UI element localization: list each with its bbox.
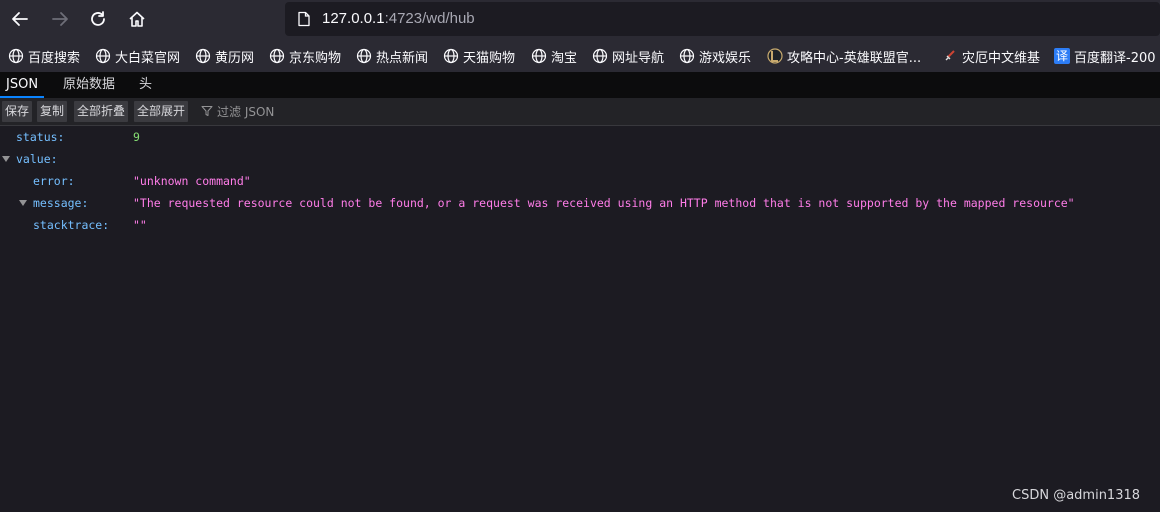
globe-icon	[443, 48, 459, 64]
json-key: status:	[16, 130, 65, 144]
bookmark-label: 百度翻译-200	[1074, 50, 1156, 66]
bookmark-label: 黄历网	[215, 50, 255, 66]
copy-button[interactable]: 复制	[37, 101, 68, 122]
globe-icon	[679, 48, 695, 64]
tab-json[interactable]: JSON	[0, 72, 45, 98]
save-button[interactable]: 保存	[2, 101, 33, 122]
tree-row-stacktrace[interactable]: stacktrace: ""	[0, 214, 1160, 236]
bookmark-label: 京东购物	[289, 50, 342, 66]
bookmark-label: 淘宝	[551, 50, 578, 66]
forward-button[interactable]	[46, 5, 74, 33]
bookmark-jd[interactable]: 京东购物	[269, 47, 342, 66]
browser-toolbar: 127.0.0.1:4723/wd/hub	[0, 0, 1160, 38]
globe-icon	[531, 48, 547, 64]
globe-icon	[269, 48, 285, 64]
bookmark-tmall[interactable]: 天猫购物	[443, 47, 516, 66]
league-logo-icon	[767, 48, 783, 64]
bookmark-label: 攻略中心-英雄联盟官...	[787, 50, 922, 66]
tab-raw-data[interactable]: 原始数据	[57, 72, 121, 98]
translate-icon: 译	[1054, 48, 1070, 64]
bookmark-label: 百度搜索	[28, 50, 81, 66]
filter-icon	[201, 106, 213, 116]
reload-button[interactable]	[84, 5, 112, 33]
bookmark-navigation[interactable]: 网址导航	[592, 47, 665, 66]
json-value-string: "The requested resource could not be fou…	[133, 196, 1075, 210]
bookmark-label: 游戏娱乐	[699, 50, 752, 66]
bookmark-label: 灾厄中文维基	[962, 50, 1041, 66]
expanded-arrow-icon[interactable]	[19, 200, 27, 206]
bookmark-lol[interactable]: 攻略中心-英雄联盟官...	[767, 47, 922, 66]
tree-row-status[interactable]: status: 9	[0, 126, 1160, 148]
bookmark-label: 大白菜官网	[115, 50, 181, 66]
bookmark-taobao[interactable]: 淘宝	[531, 47, 578, 66]
back-button[interactable]	[6, 5, 34, 33]
bookmark-news[interactable]: 热点新闻	[356, 47, 429, 66]
bookmark-games[interactable]: 游戏娱乐	[679, 47, 752, 66]
json-key: message:	[33, 196, 89, 210]
sword-icon	[945, 50, 955, 61]
url-text[interactable]: 127.0.0.1:4723/wd/hub	[322, 10, 475, 27]
globe-icon	[592, 48, 608, 64]
expand-all-button[interactable]: 全部展开	[134, 101, 189, 122]
globe-icon	[356, 48, 372, 64]
tab-headers[interactable]: 头	[133, 72, 158, 98]
tree-row-message[interactable]: message: "The requested resource could n…	[0, 192, 1160, 214]
expanded-arrow-icon[interactable]	[2, 156, 10, 162]
globe-icon	[95, 48, 111, 64]
page-icon	[298, 11, 310, 27]
bookmark-baidu-search[interactable]: 百度搜索	[8, 47, 81, 66]
bookmark-calamity-wiki[interactable]: 灾厄中文维基	[942, 47, 1041, 66]
reload-icon	[91, 11, 105, 26]
globe-icon	[195, 48, 211, 64]
json-key: stacktrace:	[33, 218, 110, 232]
url-path: :4723/wd/hub	[384, 10, 475, 27]
filter-json-input[interactable]	[217, 101, 517, 122]
csdn-watermark: CSDN @admin1318	[1012, 488, 1141, 503]
home-button[interactable]	[123, 5, 151, 33]
globe-icon	[8, 48, 24, 64]
url-bar[interactable]: 127.0.0.1:4723/wd/hub	[285, 2, 1160, 36]
bookmark-baidu-translate[interactable]: 译 百度翻译-200	[1054, 47, 1156, 66]
bookmark-huangli[interactable]: 黄历网	[195, 47, 255, 66]
json-key: error:	[33, 174, 75, 188]
bookmark-label: 热点新闻	[376, 50, 429, 66]
bookmark-dabaicai[interactable]: 大白菜官网	[95, 47, 181, 66]
bookmark-label: 天猫购物	[463, 50, 516, 66]
json-key: value:	[16, 152, 58, 166]
bookmark-label: 网址导航	[612, 50, 665, 66]
url-host: 127.0.0.1	[322, 10, 385, 27]
arrow-right-icon	[52, 12, 68, 26]
json-value-number: 9	[133, 130, 140, 144]
json-value-string: "unknown command"	[133, 174, 251, 188]
json-toolbar: 保存 复制 全部折叠 全部展开	[0, 98, 1160, 126]
tree-row-value[interactable]: value:	[0, 148, 1160, 170]
arrow-left-icon	[12, 12, 28, 26]
collapse-all-button[interactable]: 全部折叠	[74, 101, 129, 122]
json-value-string: ""	[133, 218, 147, 232]
home-icon	[129, 11, 145, 27]
viewer-tabs: JSON 原始数据 头	[0, 72, 1160, 98]
bookmarks-bar: 百度搜索 大白菜官网 黄历网 京东购物 热点新闻 天猫购物 淘宝 网址导航 游戏…	[0, 38, 1160, 72]
tree-row-error[interactable]: error: "unknown command"	[0, 170, 1160, 192]
